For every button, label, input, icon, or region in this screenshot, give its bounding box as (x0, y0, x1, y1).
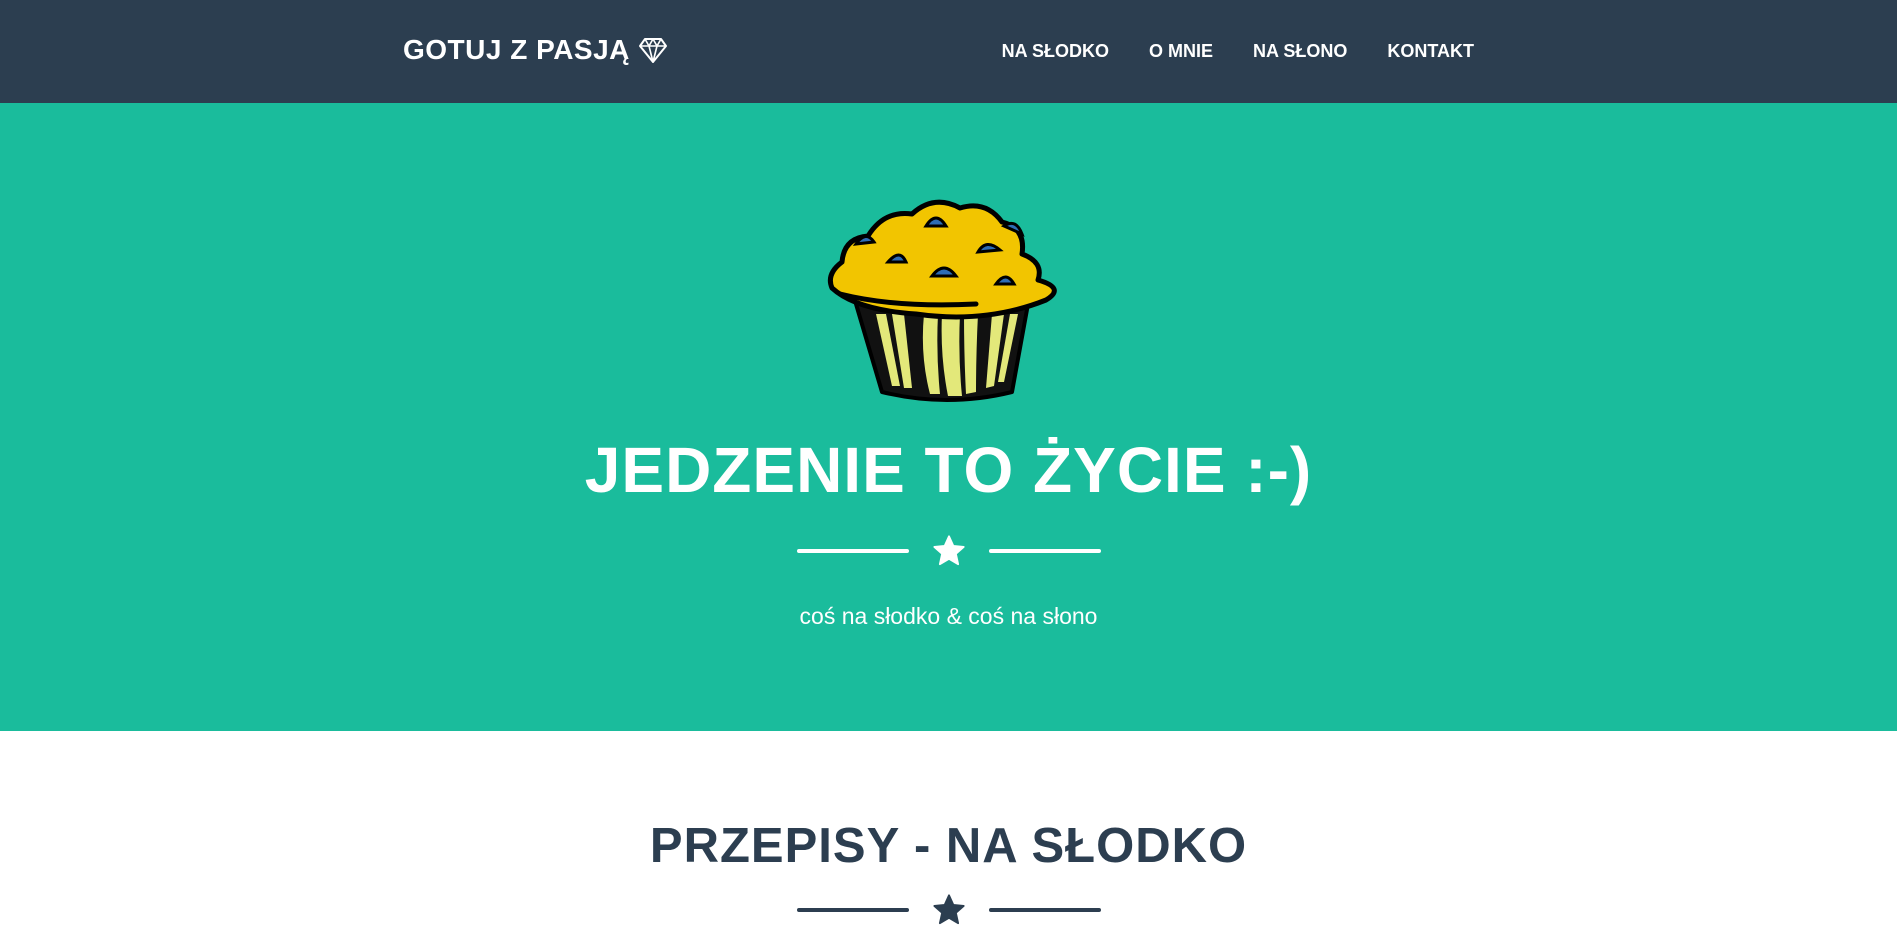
nav-link-o-mnie[interactable]: O MNIE (1149, 41, 1213, 62)
divider-line-right (988, 908, 1101, 912)
nav-link-na-slodko[interactable]: NA SŁODKO (1002, 41, 1109, 62)
divider-line-left (796, 549, 909, 553)
brand-name: GOTUJ Z PASJĄ (403, 34, 630, 65)
section-divider (0, 890, 1897, 930)
top-navbar: GOTUJ Z PASJĄ NA SŁODKO O MNIE NA SŁONO … (0, 0, 1897, 103)
hero-subtitle: coś na słodko & coś na słono (799, 603, 1098, 629)
nav-menu: NA SŁODKO O MNIE NA SŁONO KONTAKT (1002, 0, 1474, 103)
hero-section: JEDZENIE TO ŻYCIE :-) coś na słodko & co… (0, 103, 1897, 731)
divider-line-right (988, 549, 1101, 553)
brand-link[interactable]: GOTUJ Z PASJĄ (403, 34, 668, 66)
section-title: PRZEPISY - NA SŁODKO (649, 819, 1248, 873)
muffin-illustration (827, 199, 1057, 402)
hero-divider (0, 531, 1897, 571)
nav-link-kontakt[interactable]: KONTAKT (1387, 41, 1474, 62)
star-icon (932, 894, 965, 925)
diamond-icon (638, 38, 667, 63)
divider-line-left (796, 908, 909, 912)
nav-link-na-slono[interactable]: NA SŁONO (1253, 41, 1347, 62)
hero-title: JEDZENIE TO ŻYCIE :-) (584, 434, 1313, 506)
star-icon (932, 535, 965, 566)
